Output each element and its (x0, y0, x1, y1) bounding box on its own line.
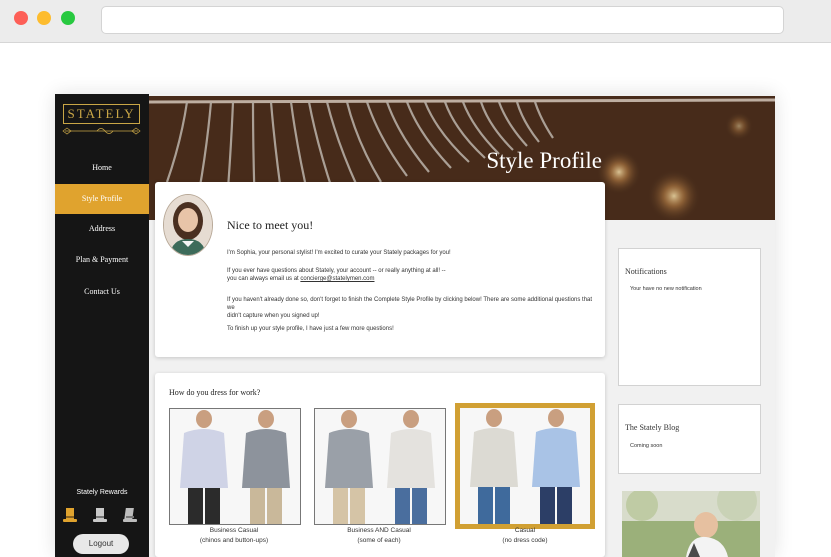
stylist-intro-card: Nice to meet you! I'm Sophia, your perso… (155, 182, 605, 357)
business-casual-photo (170, 409, 300, 524)
maximize-window-button[interactable] (61, 11, 75, 25)
option-business-casual[interactable] (169, 408, 301, 525)
gold-top-hat-icon (63, 508, 77, 522)
intro-paragraph: If you ever have questions about Stately… (227, 268, 446, 282)
intro-paragraph: I'm Sophia, your personal stylist! I'm e… (227, 250, 451, 256)
rewards-label: Stately Rewards (76, 489, 128, 496)
casual-photo (460, 408, 590, 524)
stylist-avatar (163, 194, 213, 256)
minimize-window-button[interactable] (37, 11, 51, 25)
close-window-button[interactable] (14, 11, 28, 25)
notifications-widget: Notifications Your have no new notificat… (618, 248, 761, 386)
option-business-and-casual[interactable] (314, 408, 446, 525)
sidebar-item-home[interactable]: Home (55, 153, 149, 183)
intro-paragraph: If you haven't already done so, don't fo… (227, 297, 593, 319)
sidebar-item-style-profile[interactable]: Style Profile (55, 184, 149, 214)
sidebar-item-plan-payment[interactable]: Plan & Payment (55, 245, 149, 275)
sidebar-item-address[interactable]: Address (55, 214, 149, 244)
silver-top-hat-icon (93, 508, 107, 522)
option-label: Casual (no dress code) (502, 527, 548, 544)
blog-widget: The Stately Blog Coming soon (618, 404, 761, 474)
page-frame: Style Profile STATELY Home Style Profile… (55, 94, 775, 557)
stately-logo[interactable]: STATELY (63, 104, 140, 124)
blog-title: The Stately Blog (625, 423, 680, 432)
work-question: How do you dress for work? (169, 388, 261, 397)
notifications-title: Notifications (625, 267, 667, 276)
option-casual-selected[interactable] (455, 403, 595, 529)
address-bar[interactable] (101, 6, 784, 34)
silver-top-hat-icon (123, 508, 137, 522)
work-attire-card: How do you dress for work? Business Casu… (155, 373, 605, 557)
concierge-email-link[interactable]: concierge@statelymen.com (300, 276, 374, 282)
option-label: Business AND Casual (some of each) (347, 527, 411, 544)
intro-paragraph: To finish up your style profile, I have … (227, 326, 394, 332)
option-label: Business Casual (chinos and button-ups) (199, 527, 269, 544)
browser-chrome (0, 0, 831, 43)
blog-photo[interactable] (622, 491, 760, 557)
sidebar: STATELY Home Style Profile Address Plan … (55, 94, 149, 557)
notifications-text: Your have no new notification (630, 286, 702, 292)
page-title: Style Profile (486, 148, 602, 173)
intro-title: Nice to meet you! (227, 218, 314, 232)
logout-button[interactable]: Logout (73, 534, 129, 554)
business-and-casual-photo (315, 409, 445, 524)
logo-ornament-icon (62, 127, 141, 135)
sidebar-item-contact-us[interactable]: Contact Us (55, 277, 149, 307)
blog-text: Coming soon (630, 443, 663, 449)
